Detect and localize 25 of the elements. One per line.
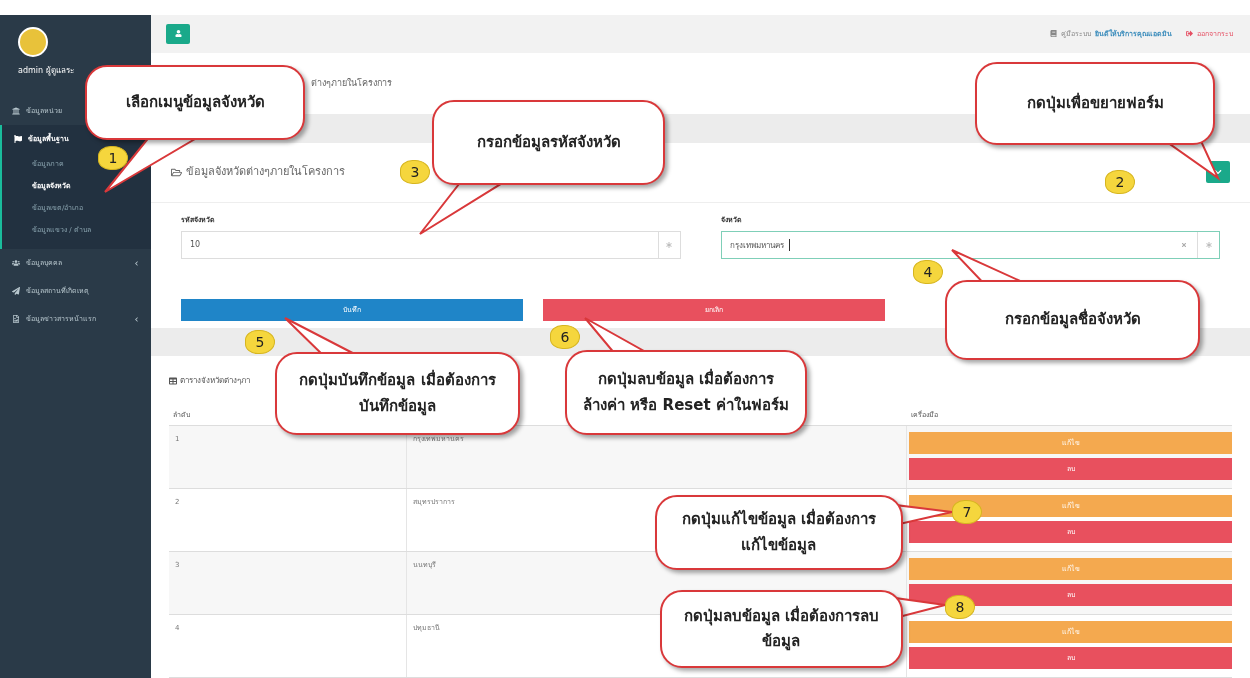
asterisk-icon <box>1205 242 1212 249</box>
user-button[interactable] <box>166 23 190 44</box>
chevron-icon <box>134 260 139 266</box>
folder-icon <box>171 166 182 178</box>
callout: กดปุ่มแก้ไขข้อมูล เมื่อต้องการ แก้ไขข้อมูล <box>655 495 903 570</box>
book-icon <box>1050 30 1057 38</box>
avatar <box>18 27 48 57</box>
clear-icon[interactable] <box>1181 242 1187 249</box>
callout: กดปุ่มลบข้อมูล เมื่อต้องการลบ ข้อมูล <box>660 590 903 668</box>
user-name: admin ผู้ดูแลระ <box>18 65 75 77</box>
menu-icon <box>12 107 20 115</box>
menu-icon <box>12 315 20 323</box>
panel-title: ข้อมูลจังหวัดต่างๆภายในโครงการ <box>186 164 345 181</box>
menu-icon <box>14 135 22 143</box>
menu-icon <box>12 259 20 267</box>
logout-icon <box>1186 30 1193 38</box>
user-icon <box>174 30 182 38</box>
menu-icon <box>12 287 20 295</box>
asterisk-icon <box>666 242 672 249</box>
table-icon <box>169 377 177 385</box>
breadcrumb: ต่างๆภายในโครงการ <box>311 76 392 90</box>
chevron-icon <box>134 316 139 322</box>
text-field[interactable]: กรุงเทพมหานคร <box>720 231 1220 260</box>
table-title: ตารางจังหวัดต่างๆภา <box>180 375 250 387</box>
text-field[interactable]: 10 <box>181 231 681 260</box>
